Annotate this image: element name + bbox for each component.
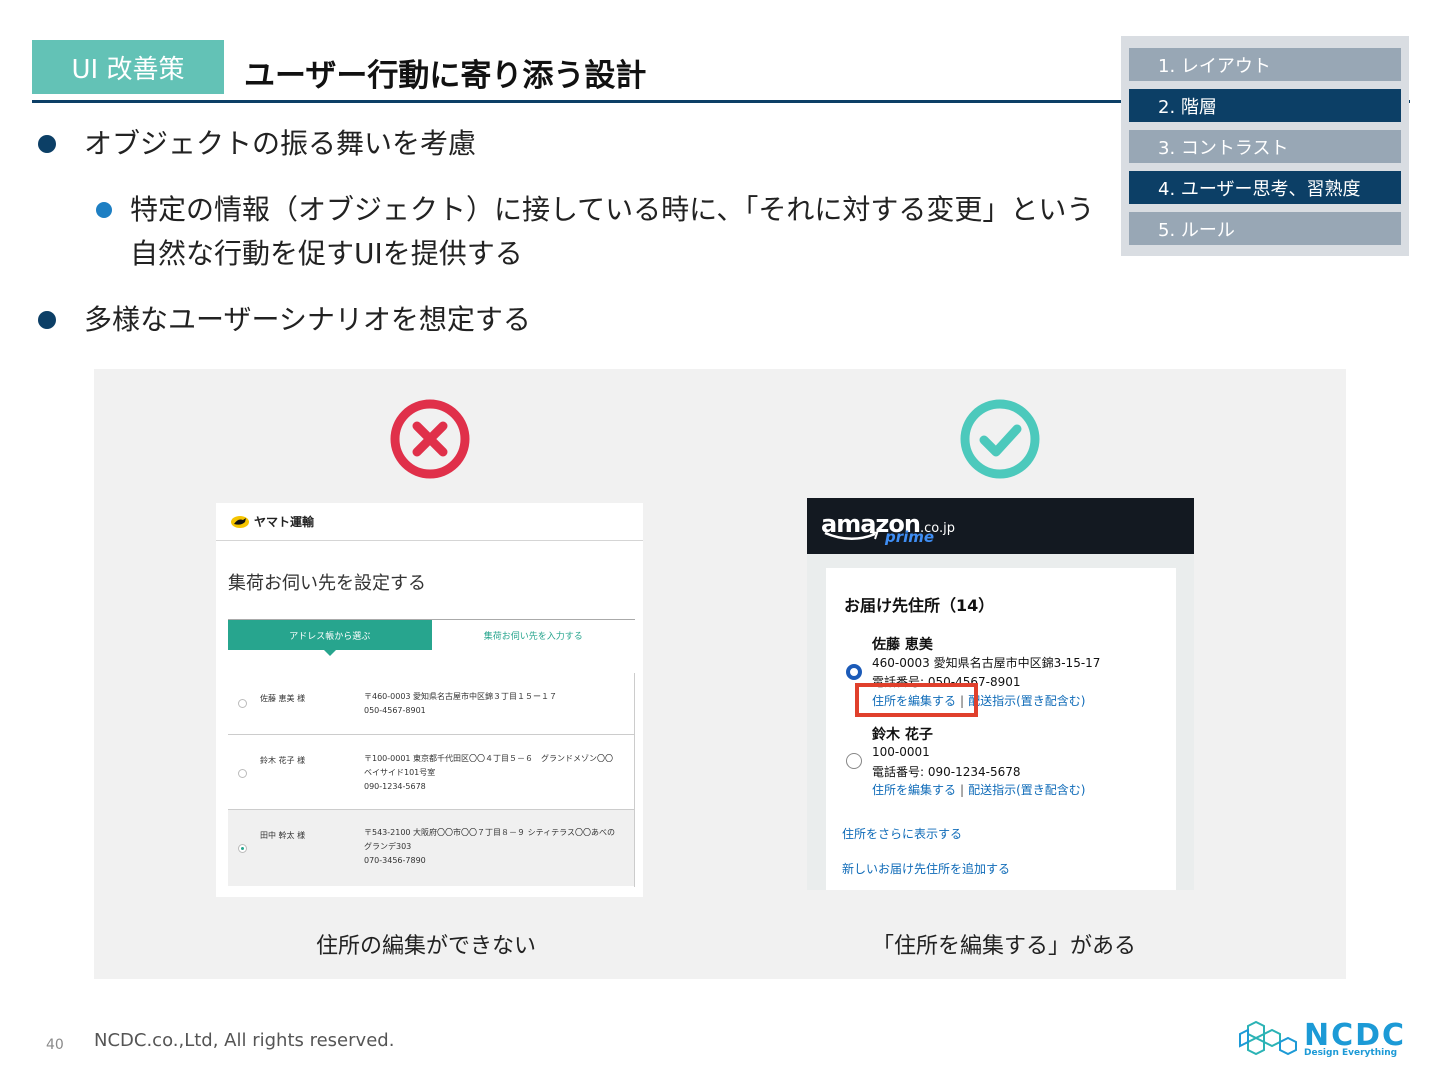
nav-item-hierarchy[interactable]: 2. 階層 [1129,89,1401,122]
prime-logo: prime [885,528,935,546]
bullet-dot [96,202,112,218]
yamato-header: ヤマト運輸 [216,503,643,541]
amazon-address-card: お届け先住所（14） 佐藤 恵美 460-0003 愛知県名古屋市中区錦3-15… [826,568,1176,890]
yamato-brand: ヤマト運輸 [254,515,315,529]
recipient-name: 鈴木 花子 [872,727,933,743]
address-line: 460-0003 愛知県名古屋市中区錦3-15-17 [872,656,1101,670]
bullet-object-behavior: オブジェクトの振る舞いを考慮 [38,122,476,166]
recipient-address: 〒100-0001 東京都千代田区〇〇４丁目５－６ グランドメゾン〇〇 ベイサイ… [364,752,624,794]
nav-item-layout[interactable]: 1. レイアウト [1129,48,1401,81]
nav-item-contrast[interactable]: 3. コントラスト [1129,130,1401,163]
delivery-instructions-link[interactable]: 配送指示(置き配含む) [968,694,1085,708]
copyright: NCDC.co.,Ltd, All rights reserved. [94,1030,395,1051]
page-title: ユーザー行動に寄り添う設計 [244,58,647,94]
bullet-dot [38,135,56,153]
bullet-dot [38,311,56,329]
radio-button-selected[interactable] [846,664,862,680]
cross-circle-icon [390,399,470,479]
address-heading: お届け先住所（14） [844,596,995,615]
bullet-text: 特定の情報（オブジェクト）に接している時に、「それに対する変更」という自然な行動… [130,193,1095,270]
radio-button[interactable] [238,769,247,778]
section-tag: UI 改善策 [32,40,224,94]
address-line: グランデ303 [364,842,412,851]
recipient-name: 田中 幹太 様 [260,831,306,840]
list-item[interactable]: 田中 幹太 様 〒543-2100 大阪府〇〇市〇〇７丁目８－９ シティテラス〇… [228,810,634,886]
black-cat-logo-icon [231,515,249,528]
tab-enter-address[interactable]: 集荷お伺い先を入力する [432,620,636,650]
show-more-addresses-link[interactable]: 住所をさらに表示する [842,825,962,842]
phone-line: 電話番号: 090-1234-5678 [872,765,1021,779]
molecule-logo-icon [1239,1020,1297,1056]
page-number: 40 [46,1037,64,1053]
link-separator: | [960,783,965,797]
tab-address-book[interactable]: アドレス帳から選ぶ [228,620,432,656]
recipient-address: 〒543-2100 大阪府〇〇市〇〇７丁目８－９ シティテラス〇〇あべの グラン… [364,826,624,868]
edit-address-link[interactable]: 住所を編集する [872,783,956,797]
bullet-user-scenarios: 多様なユーザーシナリオを想定する [38,298,531,342]
caption-good: 「住所を編集する」がある [872,934,1137,959]
caption-bad: 住所の編集ができない [316,934,537,959]
address-line: ベイサイド101号室 [364,768,436,777]
address-line: 100-0001 [872,745,930,759]
sub-bullet-natural-action: 特定の情報（オブジェクト）に接している時に、「それに対する変更」という自然な行動… [96,188,1106,276]
address-actions: 住所を編集する | 配送指示(置き配含む) [872,781,1085,798]
yamato-page-title: 集荷お伺い先を設定する [228,573,426,594]
nav-item-rules[interactable]: 5. ルール [1129,212,1401,245]
recipient-name: 佐藤 恵美 様 [260,694,306,703]
nav-item-user-thinking[interactable]: 4. ユーザー思考、習熟度 [1129,171,1401,204]
yamato-screenshot: ヤマト運輸 集荷お伺い先を設定する アドレス帳から選ぶ 集荷お伺い先を入力する … [216,503,643,897]
delivery-instructions-link[interactable]: 配送指示(置き配含む) [968,783,1085,797]
ncdc-tagline: Design Everything [1304,1048,1398,1058]
phone-line: 090-1234-5678 [364,782,426,791]
radio-button[interactable] [238,699,247,708]
bullet-text: 多様なユーザーシナリオを想定する [84,303,531,336]
ncdc-logo: NCDC Design Everything [1238,1018,1412,1062]
recipient-name: 佐藤 恵美 [872,637,933,653]
check-circle-icon [960,399,1040,479]
recipient-address: 〒460-0003 愛知県名古屋市中区錦３丁目１５ー１７ 050-4567-89… [364,690,624,718]
phone-line: 050-4567-8901 [364,706,426,715]
list-item[interactable]: 佐藤 恵美 様 〒460-0003 愛知県名古屋市中区錦３丁目１５ー１７ 050… [228,673,634,735]
phone-line: 070-3456-7890 [364,856,426,865]
list-item[interactable]: 鈴木 花子 様 〒100-0001 東京都千代田区〇〇４丁目５－６ グランドメゾ… [228,735,634,810]
amazon-smile-icon [824,531,879,540]
radio-button[interactable] [846,753,862,769]
yamato-address-list: 佐藤 恵美 様 〒460-0003 愛知県名古屋市中区錦３丁目１５ー１７ 050… [228,673,635,887]
amazon-header: amazon.co.jp prime [807,498,1194,554]
add-address-link[interactable]: 新しいお届け先住所を追加する [842,860,1010,877]
section-nav: 1. レイアウト 2. 階層 3. コントラスト 4. ユーザー思考、習熟度 5… [1121,36,1409,256]
bullet-text: オブジェクトの振る舞いを考慮 [84,127,477,160]
recipient-name: 鈴木 花子 様 [260,756,306,765]
address-line: 〒543-2100 大阪府〇〇市〇〇７丁目８－９ シティテラス〇〇あべの [364,828,615,837]
edit-link-highlight [855,683,978,717]
yamato-tabs: アドレス帳から選ぶ 集荷お伺い先を入力する [228,620,636,656]
address-line: 〒100-0001 東京都千代田区〇〇４丁目５－６ グランドメゾン〇〇 [364,754,614,763]
radio-button-selected[interactable] [238,844,247,853]
address-line: 〒460-0003 愛知県名古屋市中区錦３丁目１５ー１７ [364,692,558,701]
